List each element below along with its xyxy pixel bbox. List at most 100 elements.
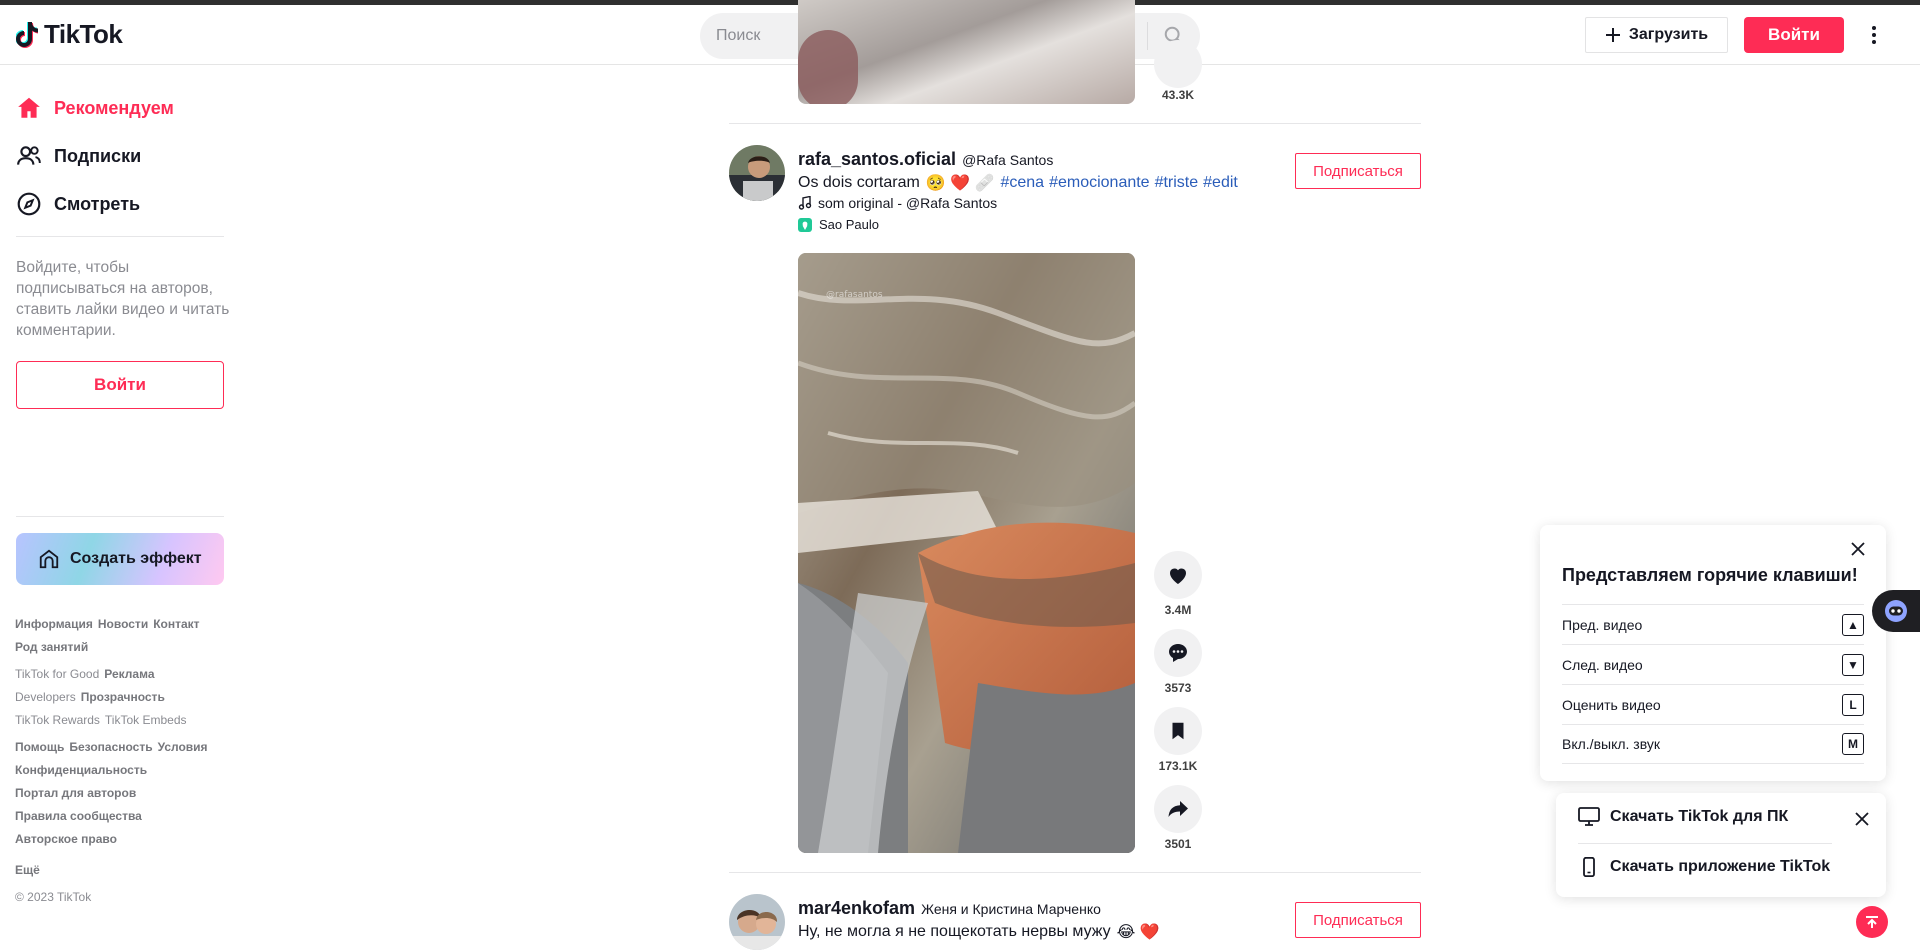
tiktok-logo[interactable]: TikTok: [16, 19, 123, 50]
footer-link[interactable]: Безопасность: [69, 740, 152, 754]
comment-icon: [1169, 644, 1187, 662]
upload-label: Загрузить: [1628, 26, 1709, 43]
footer-link[interactable]: Контакт: [153, 617, 199, 631]
footer-link[interactable]: Новости: [98, 617, 148, 631]
sidebar-divider: [16, 516, 224, 517]
nav-item-explore[interactable]: Смотреть: [16, 188, 140, 220]
footer-links-row: TikTok for Good Реклама: [15, 667, 155, 681]
author-username[interactable]: mar4enkofam: [798, 898, 915, 919]
comment-count: 3573: [1164, 681, 1192, 695]
footer-link[interactable]: Прозрачность: [81, 690, 165, 704]
nav-item-label: Смотреть: [54, 193, 141, 214]
footer-link[interactable]: TikTok Rewards: [15, 713, 100, 727]
phone-icon: [1583, 857, 1595, 877]
footer-link[interactable]: Авторское право: [15, 832, 117, 846]
avatar[interactable]: [729, 145, 785, 201]
footer-link[interactable]: Род занятий: [15, 640, 88, 654]
brand-name: TikTok: [44, 19, 123, 49]
footer-links-row: Портал для авторов: [15, 786, 136, 800]
location-link[interactable]: Sao Paulo: [798, 217, 879, 232]
home-icon: [18, 97, 40, 118]
footer-links-row: Конфиденциальность: [15, 763, 147, 777]
hashtag-link[interactable]: #cena: [1000, 174, 1044, 192]
follow-button[interactable]: Подписаться: [1295, 902, 1421, 938]
author-nickname[interactable]: @Rafa Santos: [962, 152, 1053, 168]
download-desktop-link[interactable]: Скачать TikTok для ПК: [1578, 807, 1788, 827]
footer-links-row: TikTok Rewards TikTok Embeds: [15, 713, 187, 727]
avatar-image: [729, 145, 785, 201]
download-app-label: Скачать приложение TikTok: [1610, 858, 1831, 875]
download-close-button[interactable]: [1852, 809, 1872, 829]
share-count: 3501: [1164, 837, 1192, 851]
hotkeys-close-button[interactable]: [1846, 537, 1870, 561]
create-effect-button[interactable]: Создать эффект: [16, 533, 224, 585]
footer-link[interactable]: Конфиденциальность: [15, 763, 147, 777]
tiktok-note-icon: [16, 21, 38, 48]
footer-more-link: Ещё: [15, 863, 40, 877]
caption-text: Ну, не могла я не пощекотать нервы мужу: [798, 923, 1111, 940]
nav-item-label: Рекомендуем: [54, 97, 174, 118]
compass-icon: [17, 192, 41, 216]
footer-link[interactable]: Правила сообщества: [15, 809, 142, 823]
download-app-link[interactable]: Скачать приложение TikTok: [1578, 857, 1830, 877]
footer-link[interactable]: Портал для авторов: [15, 786, 136, 800]
hashtag-link[interactable]: #emocionante: [1049, 174, 1150, 192]
upload-button[interactable]: Загрузить: [1585, 17, 1728, 53]
avatar[interactable]: [729, 894, 785, 950]
svg-text:@rafasantos: @rafasantos: [826, 290, 883, 300]
hotkey-row: Пред. видео ▲: [1562, 604, 1864, 644]
footer-links-row: Авторское право: [15, 832, 117, 846]
hotkey-row: След. видео ▼: [1562, 644, 1864, 684]
key-l-icon: L: [1842, 693, 1864, 716]
footer-link[interactable]: Реклама: [104, 667, 154, 681]
hotkey-label: След. видео: [1562, 656, 1643, 673]
copyright-text: © 2023 TikTok: [15, 890, 92, 904]
previous-video-thumbnail[interactable]: [798, 0, 1135, 104]
author-nickname[interactable]: Женя и Кристина Марченко: [921, 901, 1101, 917]
left-sidebar: Рекомендуем Подписки Смотреть Войдите, ч…: [0, 66, 240, 946]
footer-link[interactable]: Условия: [158, 740, 208, 754]
assistant-bot-button[interactable]: [1872, 590, 1920, 632]
footer-link[interactable]: TikTok Embeds: [105, 713, 187, 727]
music-link[interactable]: som original - @Rafa Santos: [798, 195, 997, 211]
video-player[interactable]: @rafasantos: [798, 253, 1135, 853]
effect-house-icon: [39, 549, 59, 569]
close-icon: [1855, 812, 1869, 826]
save-button[interactable]: [1154, 707, 1202, 755]
follow-button[interactable]: Подписаться: [1295, 153, 1421, 189]
comment-button[interactable]: [1154, 629, 1202, 677]
footer-link[interactable]: Помощь: [15, 740, 64, 754]
previous-share-button[interactable]: [1154, 40, 1202, 88]
hotkey-row: Оценить видео L: [1562, 684, 1864, 724]
hotkey-label: Вкл./выкл. звук: [1562, 736, 1660, 752]
footer-link[interactable]: Информация: [15, 617, 93, 631]
video-feed: 43.3K rafa_santos.oficial @Rafa Santos O…: [729, 0, 1421, 950]
hotkeys-title: Представляем горячие клавиши!: [1562, 565, 1858, 585]
close-icon: [1851, 542, 1865, 556]
create-effect-label: Создать эффект: [70, 550, 202, 567]
share-button[interactable]: [1154, 785, 1202, 833]
author-username[interactable]: rafa_santos.oficial: [798, 149, 956, 170]
hashtag-link[interactable]: #edit: [1203, 174, 1238, 192]
nav-item-for-you[interactable]: Рекомендуем: [16, 92, 174, 124]
post-caption: Os dois cortaram 🥺 ❤️ 🩹 #cena #emocionan…: [798, 173, 1238, 193]
nav-item-following[interactable]: Подписки: [16, 140, 141, 172]
scroll-to-top-button[interactable]: [1856, 906, 1888, 938]
more-menu-button[interactable]: [1862, 19, 1886, 51]
sidebar-divider: [16, 236, 224, 237]
following-icon: [17, 146, 41, 165]
hotkeys-panel: Представляем горячие клавиши! Пред. виде…: [1540, 525, 1886, 781]
footer-copyright: © 2023 TikTok: [15, 890, 91, 904]
hashtag-link[interactable]: #triste: [1155, 174, 1199, 192]
key-m-icon: M: [1842, 733, 1864, 755]
footer-link[interactable]: Developers: [15, 690, 76, 704]
like-button[interactable]: [1154, 551, 1202, 599]
key-down-icon: ▼: [1842, 653, 1864, 676]
sidebar-login-button[interactable]: Войти: [16, 361, 224, 409]
arrow-up-icon: [1866, 916, 1878, 928]
header-login-button[interactable]: Войти: [1744, 17, 1844, 53]
footer-link[interactable]: TikTok for Good: [15, 667, 99, 681]
previous-share-count: 43.3K: [1161, 88, 1195, 102]
footer-more[interactable]: Ещё: [15, 863, 40, 877]
share-arrow-icon: [1168, 801, 1188, 817]
